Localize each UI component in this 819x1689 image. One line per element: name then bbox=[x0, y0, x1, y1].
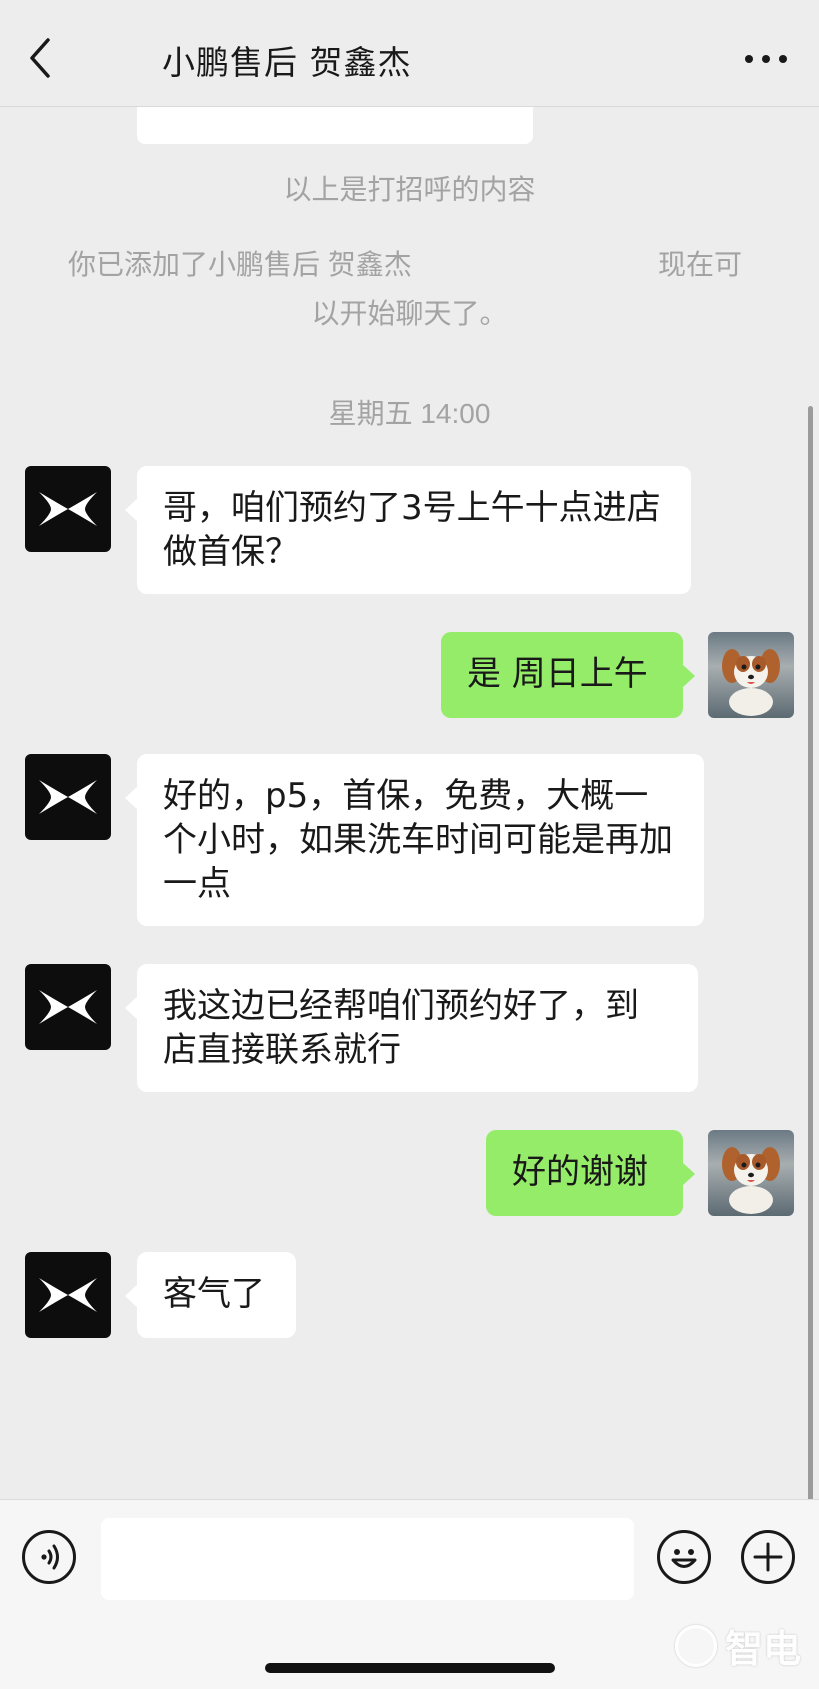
home-indicator[interactable] bbox=[265, 1663, 555, 1673]
added-friend-notice-line2: 以开始聊天了。 bbox=[311, 298, 508, 329]
xpeng-logo-icon bbox=[39, 780, 97, 814]
message-list[interactable]: 以上是打招呼的内容 你已添加了小鹏售后 贺鑫杰 现在可 以开始聊天了。 星期五 … bbox=[0, 106, 819, 1499]
previous-message-bubble bbox=[137, 106, 533, 144]
voice-icon[interactable] bbox=[22, 1530, 76, 1584]
pen-circle-icon bbox=[674, 1624, 717, 1667]
sent-message[interactable]: 好的谢谢 bbox=[486, 1130, 695, 1216]
added-friend-notice: 你已添加了小鹏售后 贺鑫杰 bbox=[68, 249, 412, 280]
more-dots-icon[interactable] bbox=[743, 46, 789, 72]
added-friend-notice-tail: 现在可 bbox=[658, 249, 743, 280]
watermark-text: 智电 bbox=[724, 1627, 801, 1671]
dog-photo bbox=[722, 1147, 780, 1214]
sent-message[interactable]: 是 周日上午 bbox=[441, 632, 695, 718]
xpeng-logo-icon bbox=[39, 1278, 97, 1312]
contact-avatar[interactable] bbox=[25, 1252, 111, 1338]
scrollbar[interactable] bbox=[808, 406, 813, 1499]
chat-header: 小鹏售后 贺鑫杰 bbox=[0, 0, 819, 107]
chat-title: 小鹏售后 贺鑫杰 bbox=[162, 43, 412, 82]
received-message[interactable]: 哥，咱们预约了3号上午十点进店做首保？ bbox=[125, 466, 691, 594]
contact-avatar[interactable] bbox=[25, 466, 111, 552]
received-message[interactable]: 我这边已经帮咱们预约好了，到店直接联系就行 bbox=[125, 964, 698, 1092]
input-toolbar: 智电 bbox=[0, 1499, 819, 1689]
received-message[interactable]: 客气了 bbox=[125, 1252, 296, 1338]
xpeng-logo-icon bbox=[39, 492, 97, 526]
received-message[interactable]: 好的，p5，首保，免费，大概一个小时，如果洗车时间可能是再加一点 bbox=[125, 754, 704, 926]
dog-photo bbox=[722, 649, 780, 716]
contact-avatar[interactable] bbox=[25, 964, 111, 1050]
greeting-note: 以上是打招呼的内容 bbox=[283, 174, 536, 205]
user-avatar[interactable] bbox=[708, 632, 794, 718]
watermark: 智电 bbox=[674, 1618, 801, 1673]
chevron-left-icon[interactable] bbox=[26, 36, 66, 86]
message-input[interactable] bbox=[101, 1518, 634, 1600]
message-timestamp: 星期五 14:00 bbox=[328, 398, 491, 429]
plus-icon[interactable] bbox=[741, 1530, 795, 1584]
contact-avatar[interactable] bbox=[25, 754, 111, 840]
emoji-icon[interactable] bbox=[657, 1530, 711, 1584]
xpeng-logo-icon bbox=[39, 990, 97, 1024]
user-avatar[interactable] bbox=[708, 1130, 794, 1216]
